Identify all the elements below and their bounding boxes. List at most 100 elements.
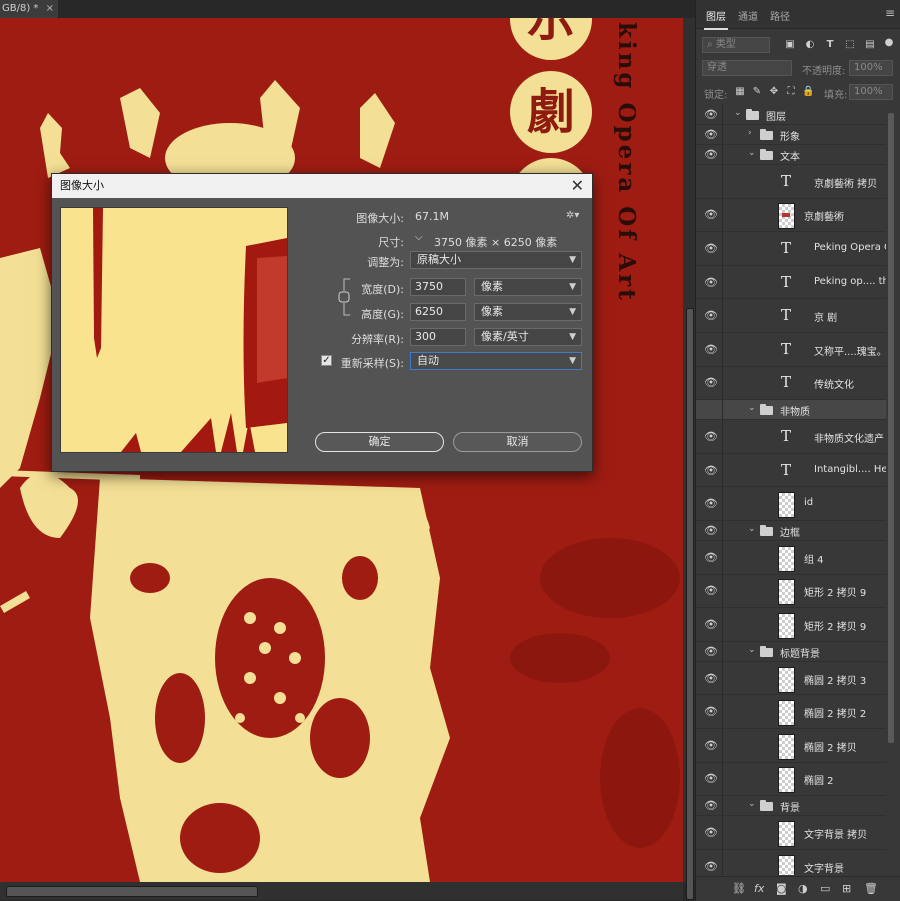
eye-icon[interactable]: 👁 xyxy=(703,242,719,255)
new-layer-icon[interactable]: ⊞ xyxy=(842,882,851,895)
filter-adjustment-icon[interactable]: ◐ xyxy=(804,39,816,51)
fx-icon[interactable]: fx xyxy=(754,882,764,895)
chevron-down-icon[interactable]: ⌄ xyxy=(748,524,756,534)
layer-group-row[interactable]: 👁 ⌄ 标题背景 xyxy=(696,641,886,662)
opacity-input[interactable]: 100% xyxy=(849,60,893,76)
filter-type-icon[interactable]: T xyxy=(824,39,836,51)
eye-icon[interactable]: 👁 xyxy=(703,309,719,322)
layer-row[interactable]: 👁 组 4 xyxy=(696,541,886,575)
layer-row[interactable]: 👁 T Peking op.... the cult xyxy=(696,265,886,300)
blend-mode-select[interactable]: 穿透 xyxy=(702,60,792,76)
height-unit-select[interactable]: 像素 ▼ xyxy=(474,303,582,321)
eye-icon[interactable]: 👁 xyxy=(703,108,719,121)
layer-row[interactable]: 👁 京劇藝術 xyxy=(696,198,886,233)
layers-scrollbar[interactable] xyxy=(886,105,896,875)
fit-to-select[interactable]: 原稿大小 ▼ xyxy=(410,251,582,269)
link-icon[interactable]: ⛓ xyxy=(732,882,746,895)
layer-row[interactable]: 👁 椭圆 2 拷贝 2 xyxy=(696,695,886,729)
filter-toggle-icon[interactable]: ● xyxy=(884,37,894,49)
cancel-button[interactable]: 取消 xyxy=(453,432,582,452)
layer-row[interactable]: T 京劇藝術 拷贝 xyxy=(696,165,886,199)
eye-icon[interactable]: 👁 xyxy=(703,497,719,510)
eye-icon[interactable]: 👁 xyxy=(703,645,719,658)
eye-icon[interactable]: 👁 xyxy=(703,618,719,631)
resolution-unit-select[interactable]: 像素/英寸 ▼ xyxy=(474,328,582,346)
eye-icon[interactable]: 👁 xyxy=(703,860,719,873)
lock-artboard-icon[interactable]: ⛶ xyxy=(785,86,797,98)
layer-row[interactable]: 👁 椭圆 2 xyxy=(696,762,886,797)
chevron-down-icon[interactable]: ⌄ xyxy=(734,108,742,118)
adjustment-icon[interactable]: ◑ xyxy=(798,882,808,895)
lock-brush-icon[interactable]: ✎ xyxy=(751,86,763,98)
chevron-down-icon[interactable]: ⌄ xyxy=(748,645,756,655)
lock-all-icon[interactable]: 🔒 xyxy=(802,86,814,98)
width-unit-select[interactable]: 像素 ▼ xyxy=(474,278,582,296)
eye-icon[interactable]: 👁 xyxy=(703,128,719,141)
eye-icon[interactable]: 👁 xyxy=(703,772,719,785)
filter-pixel-icon[interactable]: ▣ xyxy=(784,39,796,51)
eye-icon[interactable]: 👁 xyxy=(703,430,719,443)
eye-icon[interactable]: 👁 xyxy=(703,148,719,161)
tab-layers[interactable]: 图层 xyxy=(704,8,728,30)
eye-icon[interactable]: 👁 xyxy=(703,276,719,289)
layer-group-row[interactable]: ⌄ 非物质 xyxy=(696,400,886,421)
eye-icon[interactable]: 👁 xyxy=(703,208,719,221)
close-tab-icon[interactable]: × xyxy=(46,0,54,18)
layer-group-row[interactable]: 👁 ⌄ 文本 xyxy=(696,145,886,165)
chevron-down-icon[interactable]: ⌄ xyxy=(748,403,756,413)
eye-icon[interactable]: 👁 xyxy=(703,584,719,597)
panel-menu-icon[interactable]: ≡ xyxy=(885,6,895,20)
eye-icon[interactable]: 👁 xyxy=(703,826,719,839)
eye-icon[interactable]: 👁 xyxy=(703,343,719,356)
image-preview[interactable] xyxy=(60,207,288,453)
dialog-titlebar[interactable]: 图像大小 ✕ xyxy=(52,174,592,198)
layer-row[interactable]: 👁 T 传统文化 xyxy=(696,366,886,401)
layer-group-row[interactable]: 👁 › 形象 xyxy=(696,125,886,145)
new-group-icon[interactable]: ▭ xyxy=(820,882,830,895)
document-tab[interactable]: GB/8) * × xyxy=(0,0,58,18)
chevron-down-icon[interactable]: ⌄ xyxy=(748,148,756,158)
layer-row[interactable]: 👁 椭圆 2 拷贝 xyxy=(696,729,886,763)
filter-kind-select[interactable]: ⌕ 类型 xyxy=(702,37,770,53)
eye-icon[interactable]: 👁 xyxy=(703,464,719,477)
layer-row[interactable]: 👁 T Intangibl.... Heritage xyxy=(696,453,886,488)
tab-channels[interactable]: 通道 xyxy=(738,8,758,23)
layer-group-row[interactable]: 👁 ⌄ 边框 xyxy=(696,521,886,541)
fill-input[interactable]: 100% xyxy=(849,84,893,100)
eye-icon[interactable]: 👁 xyxy=(703,799,719,812)
settings-gear-icon[interactable]: ✲▾ xyxy=(566,210,579,222)
tab-paths[interactable]: 路径 xyxy=(770,8,790,23)
eye-icon[interactable]: 👁 xyxy=(703,376,719,389)
eye-icon[interactable]: 👁 xyxy=(703,739,719,752)
chevron-down-icon[interactable]: ⌄ xyxy=(748,799,756,809)
width-input[interactable]: 3750 xyxy=(410,278,466,296)
filter-shape-icon[interactable]: ⬚ xyxy=(844,39,856,51)
layer-row[interactable]: 👁 T 非物质文化遗产 xyxy=(696,420,886,454)
layer-row[interactable]: 👁 T Peking Opera Of Art xyxy=(696,232,886,266)
layer-row[interactable]: 👁 矩形 2 拷贝 9 xyxy=(696,608,886,642)
horizontal-scrollbar[interactable] xyxy=(0,882,683,900)
height-input[interactable]: 6250 xyxy=(410,303,466,321)
layer-group-row[interactable]: 👁 ⌄ 图层 xyxy=(696,105,886,125)
layer-group-row[interactable]: 👁 ⌄ 背景 xyxy=(696,796,886,817)
layer-row[interactable]: 👁 文字背景 xyxy=(696,849,886,875)
eye-icon[interactable]: 👁 xyxy=(703,551,719,564)
trash-icon[interactable]: 🗑 xyxy=(864,882,878,895)
eye-icon[interactable]: 👁 xyxy=(703,672,719,685)
chevron-right-icon[interactable]: › xyxy=(748,128,752,138)
ok-button[interactable]: 确定 xyxy=(315,432,444,452)
layer-row[interactable]: 👁 文字背景 拷贝 xyxy=(696,816,886,850)
eye-icon[interactable]: 👁 xyxy=(703,705,719,718)
close-icon[interactable]: ✕ xyxy=(571,174,584,198)
layer-row[interactable]: 👁 T 京 剧 xyxy=(696,299,886,333)
layer-row[interactable]: 👁 id xyxy=(696,487,886,521)
layer-row[interactable]: 👁 T 又称平....瑰宝。 xyxy=(696,333,886,367)
mask-icon[interactable]: ◙ xyxy=(776,882,787,895)
eye-icon[interactable]: 👁 xyxy=(703,524,719,537)
layer-row[interactable]: 👁 椭圆 2 拷贝 3 xyxy=(696,661,886,696)
lock-transparent-icon[interactable]: ▦ xyxy=(734,86,746,98)
dimensions-toggle-icon[interactable]: ⌵ xyxy=(415,232,423,243)
resolution-input[interactable]: 300 xyxy=(410,328,466,346)
filter-smart-object-icon[interactable]: ▤ xyxy=(864,39,876,51)
layer-row[interactable]: 👁 矩形 2 拷贝 9 xyxy=(696,574,886,609)
